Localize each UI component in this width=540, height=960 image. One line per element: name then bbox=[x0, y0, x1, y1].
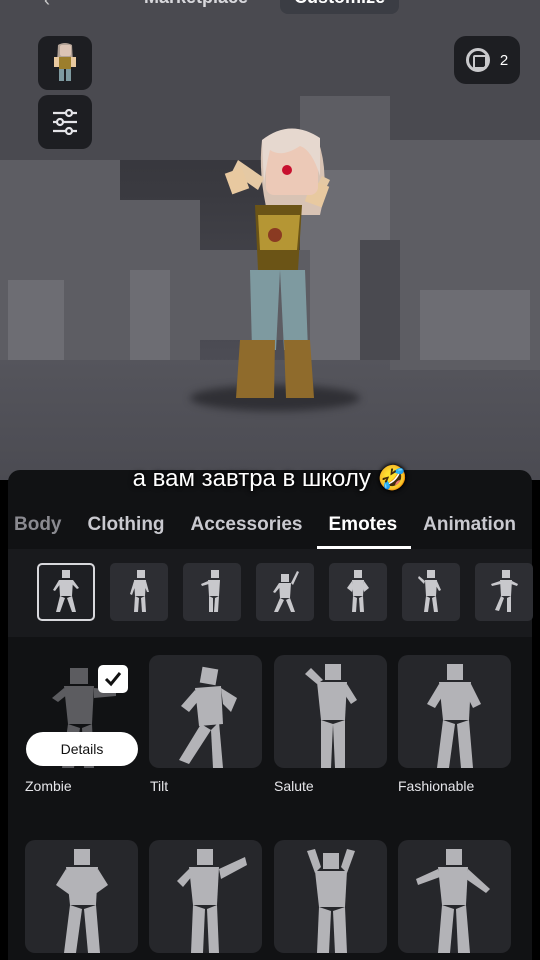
tab-accessories[interactable]: Accessories bbox=[191, 510, 303, 550]
tab-customize[interactable]: Customize bbox=[280, 0, 400, 14]
avatar-thumbnail-icon bbox=[54, 43, 76, 81]
fashionable-emote-figure bbox=[426, 664, 481, 768]
emote-card-fashionable[interactable] bbox=[398, 655, 511, 768]
category-tab-bar: Body Clothing Accessories Emotes Animati… bbox=[14, 510, 540, 550]
overlay-caption: а вам завтра в школу 🤣 bbox=[132, 465, 408, 492]
tab-animation[interactable]: Animation bbox=[423, 510, 516, 550]
equipped-checkbox[interactable] bbox=[98, 665, 128, 693]
emote-figure bbox=[306, 849, 355, 953]
tab-emotes[interactable]: Emotes bbox=[316, 510, 411, 550]
emote-slot-4[interactable] bbox=[256, 563, 314, 621]
emote-slot-7[interactable] bbox=[475, 563, 533, 621]
robux-count: 2 bbox=[499, 51, 509, 69]
emote-figure bbox=[176, 849, 247, 953]
robux-balance-button[interactable]: 2 bbox=[454, 36, 520, 84]
emote-slot-figure-icon bbox=[201, 570, 220, 612]
emote-card-tilt[interactable] bbox=[149, 655, 262, 768]
emote-label-tilt: Tilt bbox=[150, 778, 169, 794]
emote-label-salute: Salute bbox=[274, 778, 314, 794]
emote-label-fashionable: Fashionable bbox=[398, 778, 475, 794]
emote-slot-figure-icon bbox=[347, 570, 369, 612]
avatar-preview-scene: ‹ Marketplace Customize 2 bbox=[0, 0, 540, 480]
top-tab-bar: Marketplace Customize bbox=[130, 0, 400, 14]
filter-settings-button[interactable] bbox=[38, 95, 92, 149]
emote-slot-figure-icon bbox=[273, 571, 299, 612]
emote-card[interactable] bbox=[149, 840, 262, 953]
emote-slot-figure-icon bbox=[418, 570, 441, 612]
emote-slot-3[interactable] bbox=[183, 563, 241, 621]
checkmark-icon bbox=[104, 672, 122, 687]
emote-slot-1[interactable] bbox=[37, 563, 95, 621]
emote-slot-figure-icon bbox=[491, 570, 518, 612]
tab-body[interactable]: Body bbox=[14, 510, 62, 550]
emote-slot-6[interactable] bbox=[402, 563, 460, 621]
back-arrow-icon[interactable]: ‹ bbox=[44, 0, 64, 10]
emote-card[interactable] bbox=[398, 840, 511, 953]
emote-slot-2[interactable] bbox=[110, 563, 168, 621]
salute-emote-figure bbox=[304, 664, 357, 768]
avatar-thumbnail-button[interactable] bbox=[38, 36, 92, 90]
emote-label-zombie: Zombie bbox=[25, 778, 72, 794]
tab-marketplace[interactable]: Marketplace bbox=[130, 0, 262, 14]
emote-figure bbox=[55, 849, 108, 953]
emote-slot-figure-icon bbox=[130, 570, 149, 612]
sliders-icon bbox=[53, 109, 77, 135]
tilt-emote-figure bbox=[178, 666, 237, 768]
emote-slot-5[interactable] bbox=[329, 563, 387, 621]
emote-slot-figure-icon bbox=[53, 570, 79, 612]
details-button[interactable]: Details bbox=[26, 732, 138, 766]
emote-figure bbox=[415, 849, 490, 953]
robux-icon bbox=[465, 48, 490, 72]
emote-card-salute[interactable] bbox=[274, 655, 387, 768]
tab-clothing[interactable]: Clothing bbox=[88, 510, 165, 550]
emote-card[interactable] bbox=[25, 840, 138, 953]
emote-card[interactable] bbox=[274, 840, 387, 953]
emote-slot-strip bbox=[8, 549, 533, 637]
